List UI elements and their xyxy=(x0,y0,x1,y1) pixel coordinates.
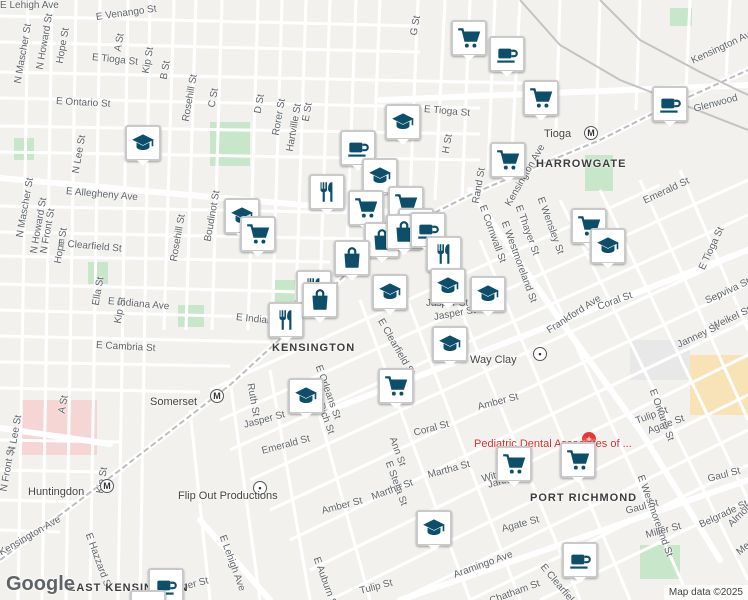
grocery-pin[interactable] xyxy=(496,446,532,487)
school-icon xyxy=(293,383,319,409)
grocery-icon xyxy=(245,221,271,247)
subway-station-icon[interactable]: M xyxy=(100,479,114,493)
grocery-pin[interactable] xyxy=(490,142,526,183)
school-icon xyxy=(595,233,621,259)
cafe-pin[interactable] xyxy=(562,542,598,583)
neighborhood-label: PORT RICHMOND xyxy=(530,492,638,504)
shopping-icon xyxy=(339,245,365,271)
school-icon xyxy=(475,281,501,307)
school-icon xyxy=(130,130,156,156)
grocery-pin[interactable] xyxy=(240,216,276,257)
cafe-icon xyxy=(135,595,161,600)
school-icon xyxy=(367,163,393,189)
place-label[interactable]: Way Clay xyxy=(470,354,517,366)
school-icon xyxy=(435,273,461,299)
place-label[interactable]: Huntingdon xyxy=(28,486,84,498)
grocery-icon xyxy=(565,447,591,473)
street-label: E Lehigh Ave xyxy=(0,0,59,11)
school-pin[interactable] xyxy=(385,104,421,145)
grocery-pin[interactable] xyxy=(560,442,596,483)
place-label[interactable]: Somerset xyxy=(150,396,197,408)
neighborhood-label: KENSINGTON xyxy=(272,342,356,354)
cafe-pin[interactable] xyxy=(652,86,688,127)
shopping-pin[interactable] xyxy=(334,240,370,281)
grocery-pin[interactable] xyxy=(523,80,559,121)
grocery-pin[interactable] xyxy=(451,20,487,61)
school-icon xyxy=(390,109,416,135)
google-logo: Google xyxy=(6,573,75,595)
restaurant-pin[interactable] xyxy=(309,174,345,215)
grocery-pin[interactable] xyxy=(378,368,414,409)
shopping-pin[interactable] xyxy=(302,282,338,323)
grocery-icon xyxy=(528,85,554,111)
cafe-icon xyxy=(567,547,593,573)
school-icon xyxy=(437,331,463,357)
grocery-icon xyxy=(495,147,521,173)
grocery-icon xyxy=(353,195,379,221)
school-pin[interactable] xyxy=(470,276,506,317)
shopping-icon xyxy=(307,287,333,313)
place-label[interactable]: Tioga xyxy=(544,128,571,140)
restaurant-pin[interactable] xyxy=(268,302,304,343)
cafe-icon xyxy=(657,91,683,117)
subway-station-icon[interactable]: M xyxy=(584,126,598,140)
cafe-pin[interactable] xyxy=(489,36,525,77)
restaurant-icon xyxy=(273,307,299,333)
commercial-area xyxy=(690,355,748,415)
restaurant-icon xyxy=(314,179,340,205)
school-pin[interactable] xyxy=(288,378,324,419)
school-pin[interactable] xyxy=(430,268,466,309)
grocery-icon xyxy=(501,451,527,477)
restaurant-icon xyxy=(431,241,457,267)
place-marker-icon[interactable]: • xyxy=(533,347,547,361)
school-icon xyxy=(421,515,447,541)
cafe-icon xyxy=(494,41,520,67)
cafe-pin[interactable] xyxy=(130,590,166,600)
restaurant-pin[interactable] xyxy=(426,236,462,277)
school-pin[interactable] xyxy=(432,326,468,367)
grocery-icon xyxy=(383,373,409,399)
school-pin[interactable] xyxy=(416,510,452,551)
map-attribution[interactable]: Map data ©2025 xyxy=(663,585,748,600)
neighborhood-label: HARROWGATE xyxy=(536,158,627,170)
map-canvas[interactable]: E Venango St N Mascher St N Howard St Hope … xyxy=(0,0,748,600)
place-label[interactable]: Flip Out Productions xyxy=(178,490,278,502)
subway-station-icon[interactable]: M xyxy=(210,389,224,403)
grocery-icon xyxy=(456,25,482,51)
school-pin[interactable] xyxy=(590,228,626,269)
school-icon xyxy=(377,279,403,305)
school-pin[interactable] xyxy=(125,125,161,166)
school-pin[interactable] xyxy=(372,274,408,315)
grocery-pin[interactable] xyxy=(348,190,384,231)
